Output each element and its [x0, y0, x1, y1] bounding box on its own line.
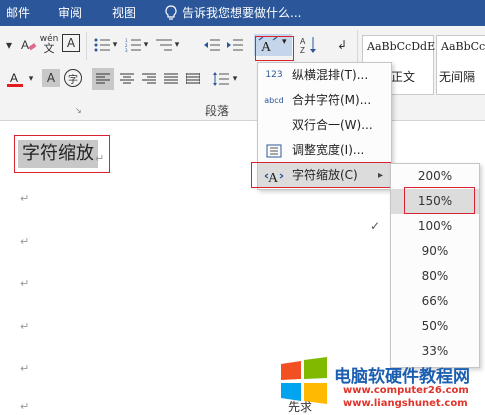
scale-option-150[interactable]: 150% — [391, 189, 479, 214]
svg-text:A: A — [300, 37, 306, 46]
tab-mailings[interactable]: 邮件 — [6, 0, 30, 26]
submenu-arrow-icon: ▸ — [377, 170, 383, 181]
menu-item-adjust-width[interactable]: 调整宽度(I)... — [258, 138, 391, 163]
font-color-dropdown-icon[interactable]: ▾ — [26, 70, 36, 88]
paragraph-mark: ↵ — [20, 400, 30, 413]
watermark-url-2: www.liangshunet.com — [343, 398, 468, 409]
paragraph-mark: ↵ — [20, 362, 30, 375]
bullets-icon[interactable] — [93, 36, 111, 54]
character-shading-icon[interactable]: A — [42, 69, 60, 87]
character-scaling-submenu: 200% 150% 100% 90% 80% 66% 50% 33% — [390, 163, 480, 368]
menu-item-label: 纵横混排(T)... — [292, 68, 369, 82]
decrease-indent-icon[interactable] — [203, 36, 221, 54]
style-no-spacing[interactable]: AaBbCcDd 无间隔 — [436, 35, 485, 95]
asian-layout-icon: A — [258, 36, 278, 57]
font-dialog-launcher-icon[interactable]: ↘ — [75, 106, 82, 115]
align-left-button[interactable] — [92, 68, 114, 90]
paragraph-mark: ↵ — [20, 192, 30, 205]
multilevel-dropdown-icon[interactable]: ▾ — [172, 36, 182, 54]
clear-formatting-icon[interactable]: A — [20, 36, 38, 54]
menu-item-combine-characters[interactable]: abcd 合并字符(M)... — [258, 88, 391, 113]
phonetic-guide-button[interactable]: wén 文 — [40, 32, 59, 56]
character-scaling-icon: A — [264, 166, 284, 185]
multilevel-list-icon[interactable] — [155, 36, 173, 54]
show-marks-icon[interactable]: ↲ — [333, 36, 351, 54]
justify-button[interactable] — [162, 70, 180, 88]
paragraph-mark: ↵ — [20, 235, 30, 248]
watermark-url: www.computer26.com — [343, 385, 469, 396]
line-spacing-dropdown-icon[interactable]: ▾ — [230, 70, 240, 88]
menu-item-character-scaling[interactable]: A 字符缩放(C) ▸ — [258, 163, 391, 188]
paragraph-group-label: 段落 — [205, 104, 230, 118]
scale-option-50[interactable]: 50% — [391, 314, 479, 339]
asian-layout-dropdown-icon: ▾ — [282, 37, 287, 47]
style-normal-label: 正文 — [391, 70, 416, 84]
align-center-button[interactable] — [118, 70, 136, 88]
numbering-icon[interactable]: 123 — [124, 36, 142, 54]
windows-logo-icon — [279, 356, 329, 406]
bullets-dropdown-icon[interactable]: ▾ — [110, 36, 120, 54]
horizontal-in-vertical-icon: 123 — [265, 70, 283, 80]
ribbon-tab-bar: 邮件 审阅 视图 告诉我您想要做什么... — [0, 0, 485, 26]
menu-item-horizontal-in-vertical[interactable]: 123 纵横混排(T)... — [258, 63, 391, 88]
asian-layout-button[interactable]: A ▾ — [254, 34, 292, 56]
scale-option-66[interactable]: 66% — [391, 289, 479, 314]
selected-text[interactable]: 字符缩放 — [18, 140, 98, 168]
lightbulb-icon — [164, 5, 178, 21]
check-mark-icon: ✓ — [370, 219, 381, 233]
svg-text:A: A — [21, 38, 29, 52]
increase-indent-icon[interactable] — [226, 36, 244, 54]
paragraph-mark: ↵ — [20, 320, 30, 333]
scale-option-200[interactable]: 200% — [391, 164, 479, 189]
numbering-dropdown-icon[interactable]: ▾ — [141, 36, 151, 54]
enclose-characters-button[interactable]: A — [62, 34, 80, 52]
enclose-circle-button[interactable]: 字 — [64, 69, 82, 87]
adjust-width-icon — [264, 141, 284, 160]
font-color-icon[interactable]: A — [6, 70, 24, 88]
scale-option-80[interactable]: 80% — [391, 264, 479, 289]
menu-item-label: 合并字符(M)... — [292, 93, 372, 107]
style-no-spacing-label: 无间隔 — [439, 70, 476, 84]
combine-characters-icon: abcd — [264, 96, 284, 105]
scale-option-90[interactable]: 90% — [391, 239, 479, 264]
paragraph-mark: ↵ — [20, 277, 30, 290]
tab-view[interactable]: 视图 — [112, 0, 136, 26]
svg-text:A: A — [268, 171, 279, 185]
paragraph-mark: ↵ — [95, 152, 105, 165]
svg-text:A: A — [10, 71, 18, 85]
sort-icon[interactable]: AZ — [300, 36, 318, 54]
style-no-spacing-sample: AaBbCcDd — [441, 40, 485, 53]
asian-layout-menu: 123 纵横混排(T)... abcd 合并字符(M)... 双行合一(W)..… — [257, 62, 392, 190]
menu-item-label: 字符缩放(C) — [292, 168, 358, 182]
scale-option-33[interactable]: 33% — [391, 339, 479, 364]
menu-item-label: 双行合一(W)... — [292, 118, 373, 132]
svg-text:Z: Z — [300, 46, 305, 54]
svg-text:A: A — [261, 40, 272, 54]
scale-option-100[interactable]: 100% — [391, 214, 479, 239]
line-spacing-icon[interactable] — [212, 70, 230, 88]
separator — [86, 32, 87, 60]
tab-review[interactable]: 审阅 — [58, 0, 82, 26]
distributed-button[interactable] — [184, 70, 202, 88]
dropdown-arrow-icon[interactable]: ▾ — [0, 36, 18, 54]
ribbon-home-body: ▾ A wén 文 A ▾ 123 ▾ ▾ A ▾ AZ ↲ A ▾ A 字 ▾… — [0, 26, 485, 121]
tell-me-search[interactable]: 告诉我您想要做什么... — [182, 0, 301, 26]
menu-item-two-lines-in-one[interactable]: 双行合一(W)... — [258, 113, 391, 138]
watermark-title: 电脑软硬件教程网 — [334, 367, 470, 387]
style-normal-sample: AaBbCcDdE — [367, 40, 436, 53]
svg-text:3: 3 — [125, 48, 128, 52]
menu-item-label: 调整宽度(I)... — [292, 143, 365, 157]
align-right-button[interactable] — [140, 70, 158, 88]
